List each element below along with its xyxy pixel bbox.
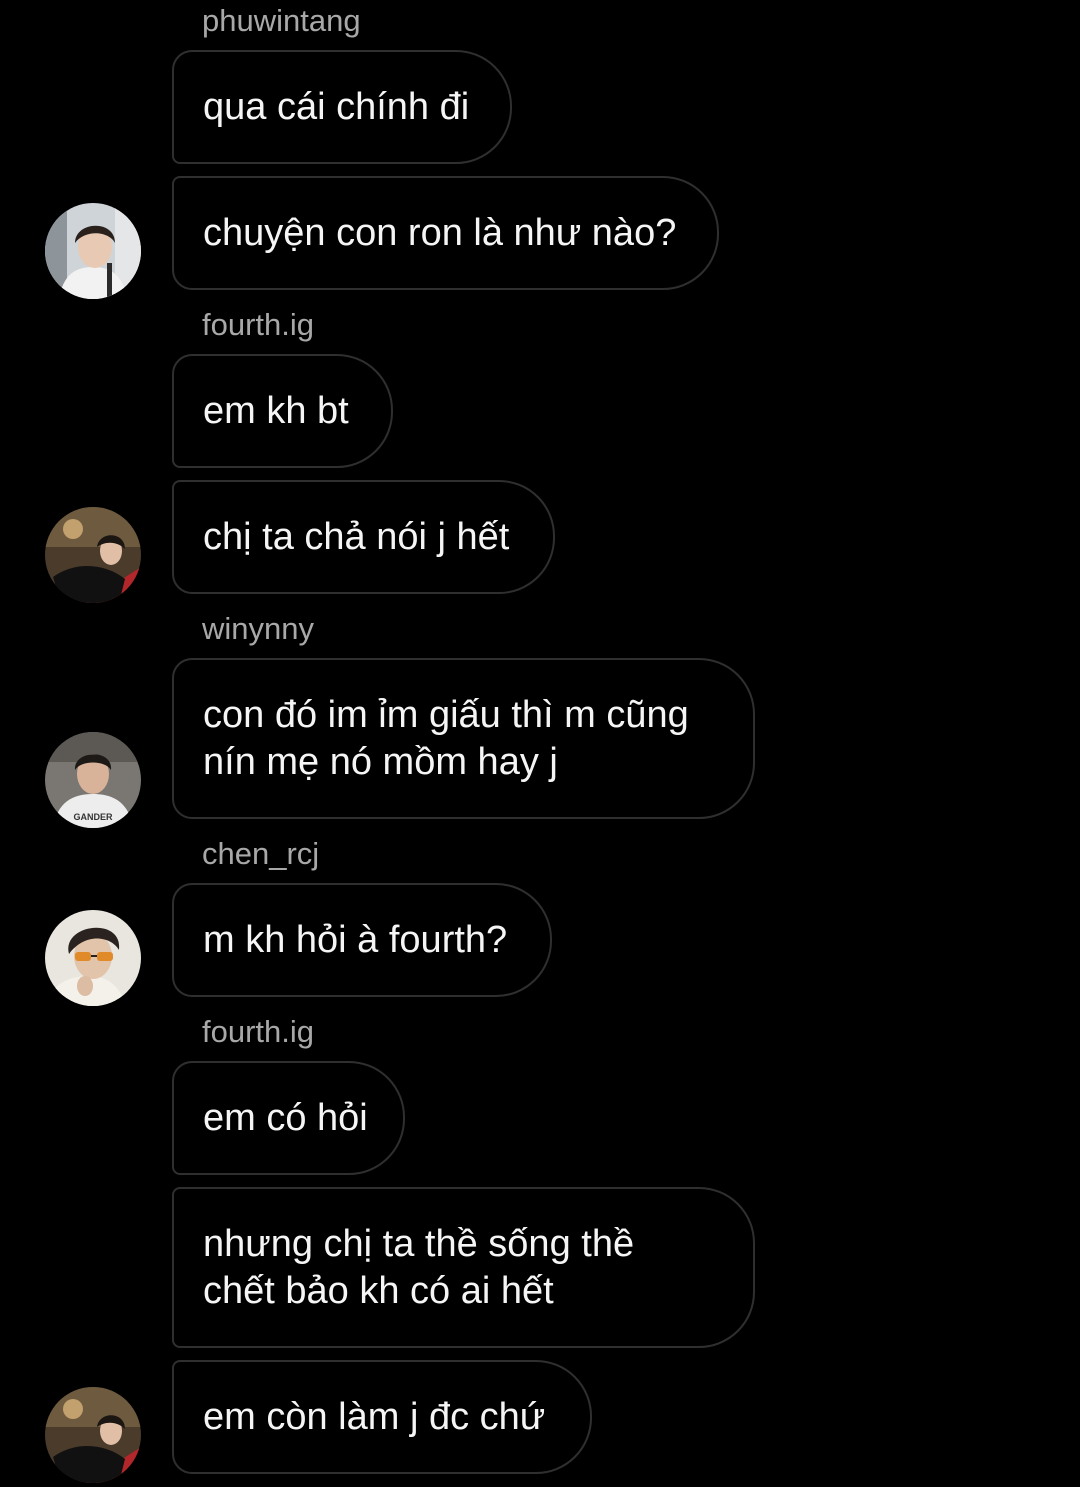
sender-name: fourth.ig <box>202 307 315 342</box>
avatar-photo-icon <box>45 203 141 299</box>
avatar-fourth-ig[interactable] <box>45 1387 141 1483</box>
avatar-shirt-text: GANDER <box>73 812 113 822</box>
message-bubble[interactable]: em có hỏi <box>172 1061 405 1175</box>
chat-thread: phuwintang qua cái chính đi chuyện con r… <box>0 0 1080 1487</box>
message-bubble[interactable]: m kh hỏi à fourth? <box>172 883 552 997</box>
message-bubble[interactable]: em còn làm j đc chứ <box>172 1360 592 1474</box>
message-bubble[interactable]: nhưng chị ta thề sống thề chết bảo kh có… <box>172 1187 755 1348</box>
message-bubble[interactable]: chuyện con ron là như nào? <box>172 176 719 290</box>
avatar-winynny[interactable]: GANDER <box>45 732 141 828</box>
message-bubble[interactable]: em kh bt <box>172 354 393 468</box>
sender-name: phuwintang <box>202 3 361 38</box>
avatar-photo-icon <box>45 1387 141 1483</box>
avatar-photo-icon <box>45 507 141 603</box>
sender-name: chen_rcj <box>202 836 320 871</box>
message-bubble[interactable]: chị ta chả nói j hết <box>172 480 555 594</box>
avatar-fourth-ig[interactable] <box>45 507 141 603</box>
avatar-chen-rcj[interactable] <box>45 910 141 1006</box>
message-bubble[interactable]: qua cái chính đi <box>172 50 512 164</box>
avatar-photo-icon <box>45 910 141 1006</box>
message-bubble[interactable]: con đó im ỉm giấu thì m cũng nín mẹ nó m… <box>172 658 755 819</box>
avatar-phuwintang[interactable] <box>45 203 141 299</box>
sender-name: fourth.ig <box>202 1014 315 1049</box>
avatar-photo-icon: GANDER <box>45 732 141 828</box>
sender-name: winynny <box>202 611 314 646</box>
